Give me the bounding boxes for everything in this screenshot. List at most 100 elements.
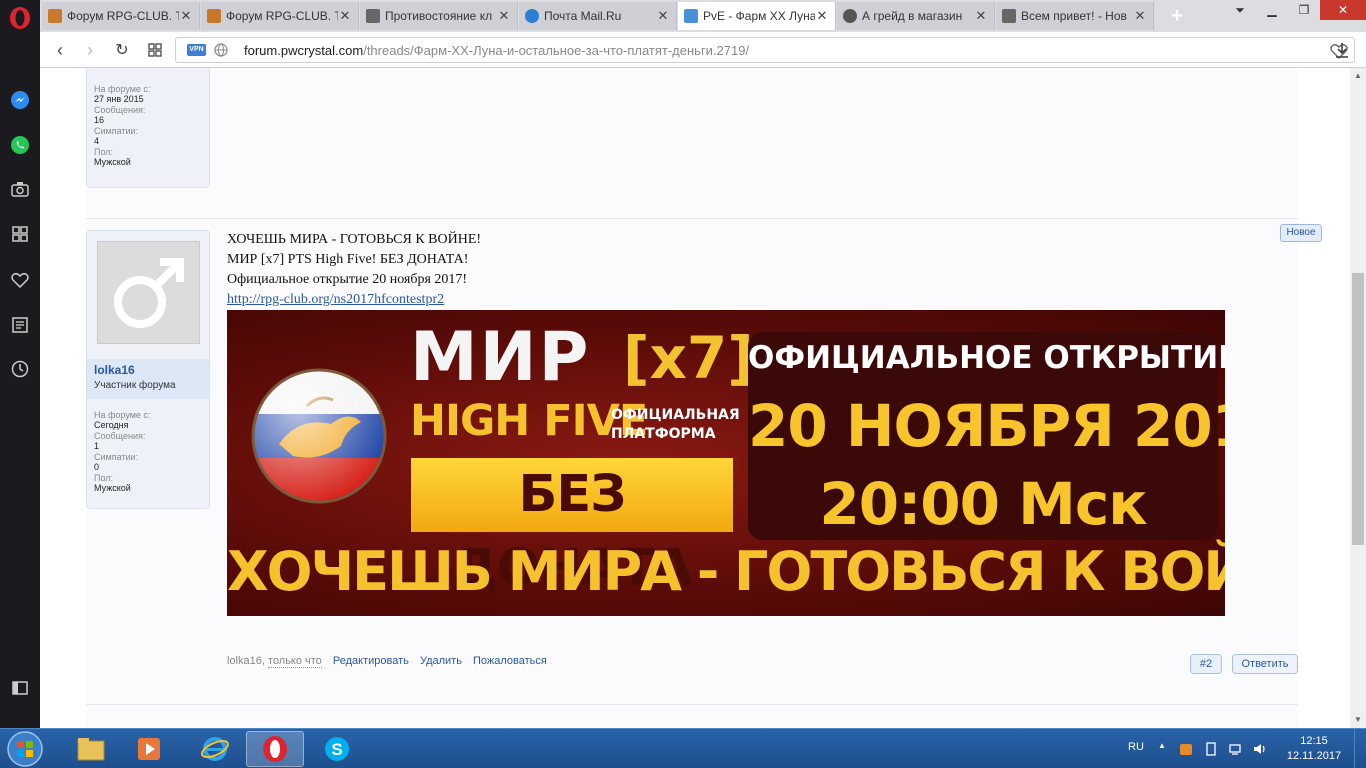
opera-logo-icon[interactable] — [8, 6, 32, 30]
tab-close-icon[interactable]: ✕ — [1133, 8, 1147, 24]
tab-a-grade[interactable]: А грейд в магазин ✕ — [837, 2, 995, 30]
post-message: ХОЧЕШЬ МИРА - ГОТОВЬСЯ К ВОЙНЕ! МИР [x7]… — [227, 230, 1227, 310]
page-scrollbar[interactable]: ▲ ▼ — [1350, 68, 1366, 728]
vpn-badge[interactable]: VPN — [187, 44, 206, 56]
post-footer: lolka16, только что Редактировать Удалит… — [227, 655, 547, 668]
message-link[interactable]: http://rpg-club.org/ns2017hfcontestpr2 — [227, 290, 1227, 310]
likes-value: 0 — [94, 462, 100, 472]
url-path: /threads/Фарм-XX-Луна-и-остальное-за-что… — [363, 43, 750, 58]
tray-expand-icon[interactable]: ▲ — [1158, 741, 1174, 757]
scrollbar-thumb[interactable] — [1352, 273, 1364, 545]
taskbar-skype[interactable]: S — [308, 731, 366, 767]
messages-label: Сообщения: — [94, 105, 146, 115]
mail-ru-favicon-icon — [525, 9, 539, 23]
taskbar-opera-active[interactable] — [246, 731, 304, 767]
forward-button[interactable]: › — [78, 38, 102, 62]
avatar-container — [87, 231, 209, 359]
show-desktop-button[interactable] — [1354, 729, 1366, 768]
reply-button[interactable]: Ответить — [1232, 654, 1298, 674]
page-viewport: На форуме с: 27 янв 2015 Сообщения: 16 С… — [40, 68, 1350, 728]
tab-close-icon[interactable]: ✕ — [497, 8, 511, 24]
new-post-badge: Новое — [1280, 224, 1322, 242]
delete-link[interactable]: Удалить — [420, 655, 462, 667]
tab-rpg-club-1[interactable]: Форум RPG-CLUB. Т ✕ — [42, 2, 200, 30]
site-info-globe-icon[interactable] — [214, 43, 228, 57]
tab-pve-farm-active[interactable]: PvE - Фарм XX Луна ✕ — [678, 2, 836, 30]
url-field[interactable]: VPN forum.pwcrystal.com/threads/Фарм-XX-… — [175, 37, 1355, 63]
tray-device-icon[interactable] — [1203, 741, 1219, 757]
tab-title: PvE - Фарм XX Луна — [703, 9, 815, 23]
tray-clock[interactable]: 12:15 12.11.2017 — [1284, 734, 1344, 764]
news-icon[interactable] — [8, 313, 32, 337]
username-block: lolka16 Участник форума — [87, 359, 209, 399]
tab-close-icon[interactable]: ✕ — [815, 8, 829, 24]
tab-vsem-privet[interactable]: Всем привет! - Нов ✕ — [996, 2, 1154, 30]
footer-timestamp[interactable]: только что — [267, 655, 322, 668]
message-line: МИР [x7] PTS High Five! БЕЗ ДОНАТА! — [227, 252, 469, 267]
messages-value: 1 — [94, 441, 100, 451]
reload-icon[interactable]: ↻ — [110, 38, 134, 62]
tab-bar: Форум RPG-CLUB. Т ✕ Форум RPG-CLUB. Т ✕ … — [40, 0, 1366, 32]
url-host: forum.pwcrystal.com — [244, 43, 364, 58]
banner-platform: ОФИЦИАЛЬНАЯ ПЛАТФОРМА — [611, 406, 740, 444]
sidebar-toggle-icon[interactable] — [8, 676, 32, 700]
download-icon[interactable] — [1332, 40, 1352, 60]
post-number-button[interactable]: #2 — [1190, 654, 1222, 674]
clock-time: 12:15 — [1300, 735, 1328, 747]
user-stats: На форуме с: Сегодня Сообщения: 1 Симпат… — [87, 403, 157, 500]
tab-menu-icon[interactable]: ⏷ — [1224, 0, 1256, 20]
new-tab-button[interactable]: + — [1165, 4, 1189, 28]
snapshot-camera-icon[interactable] — [8, 177, 32, 201]
taskbar-internet-explorer[interactable] — [186, 731, 244, 767]
scroll-down-arrow-icon[interactable]: ▼ — [1350, 712, 1366, 728]
edit-link[interactable]: Редактировать — [333, 655, 409, 667]
messenger-icon[interactable] — [8, 88, 32, 112]
likes-label: Симпатии: — [94, 452, 139, 462]
back-button[interactable]: ‹ — [48, 38, 72, 62]
tray-volume-icon[interactable] — [1252, 741, 1268, 757]
male-symbol-icon — [114, 258, 184, 328]
tab-close-icon[interactable]: ✕ — [974, 8, 988, 24]
likes-value: 4 — [94, 136, 100, 146]
username-link[interactable]: lolka16 — [94, 363, 204, 377]
tabs-grid-icon[interactable] — [143, 38, 167, 62]
tab-close-icon[interactable]: ✕ — [338, 8, 352, 24]
maximize-button[interactable]: ❐ — [1288, 0, 1320, 20]
taskbar-explorer[interactable] — [62, 731, 120, 767]
joined-label: На форуме с: — [94, 410, 151, 420]
close-window-button[interactable]: ✕ — [1320, 0, 1366, 20]
whatsapp-icon[interactable] — [8, 133, 32, 157]
tab-close-icon[interactable]: ✕ — [656, 8, 670, 24]
messages-value: 16 — [94, 115, 105, 125]
tab-close-icon[interactable]: ✕ — [179, 8, 193, 24]
taskbar-media-player[interactable] — [120, 731, 178, 767]
server-banner-image[interactable]: МИР [x7] HIGH FIVE ОФИЦИАЛЬНАЯ ПЛАТФОРМА… — [227, 310, 1225, 616]
opera-sidebar — [0, 0, 40, 728]
report-link[interactable]: Пожаловаться — [473, 655, 547, 667]
tab-rpg-club-2[interactable]: Форум RPG-CLUB. Т ✕ — [201, 2, 359, 30]
banner-platform-line2: ПЛАТФОРМА — [611, 426, 716, 442]
avatar[interactable] — [97, 241, 200, 344]
tray-app-icon[interactable] — [1178, 741, 1194, 757]
tab-protivostoyanie[interactable]: Противостояние кл ✕ — [360, 2, 518, 30]
opera-icon — [263, 736, 287, 762]
internet-explorer-icon — [201, 737, 229, 761]
speed-dial-icon[interactable] — [8, 222, 32, 246]
minimize-button[interactable]: ▁ — [1256, 0, 1288, 20]
messages-label: Сообщения: — [94, 431, 146, 441]
start-button-windows-icon[interactable] — [4, 730, 46, 768]
scroll-up-arrow-icon[interactable]: ▲ — [1350, 68, 1366, 84]
tab-mail-ru[interactable]: Почта Mail.Ru ✕ — [519, 2, 677, 30]
tab-title: Форум RPG-CLUB. Т — [67, 9, 179, 23]
history-clock-icon[interactable] — [8, 357, 32, 381]
prev-user-stats: На форуме с: 27 янв 2015 Сообщения: 16 С… — [87, 68, 209, 174]
skype-icon: S — [325, 737, 349, 761]
banner-date: 20 НОЯБРЯ 2017 — [748, 392, 1225, 460]
footer-author[interactable]: lolka16, — [227, 655, 265, 667]
tray-language[interactable]: RU — [1128, 741, 1144, 753]
message-line: Официальное открытие 20 ноября 2017! — [227, 272, 468, 287]
url-text: forum.pwcrystal.com/threads/Фарм-XX-Луна… — [244, 43, 749, 58]
tray-network-icon[interactable] — [1228, 741, 1244, 757]
address-bar: ‹ › ↻ VPN forum.pwcrystal.com/threads/Фа… — [40, 32, 1366, 68]
bookmarks-heart-icon[interactable] — [8, 268, 32, 292]
